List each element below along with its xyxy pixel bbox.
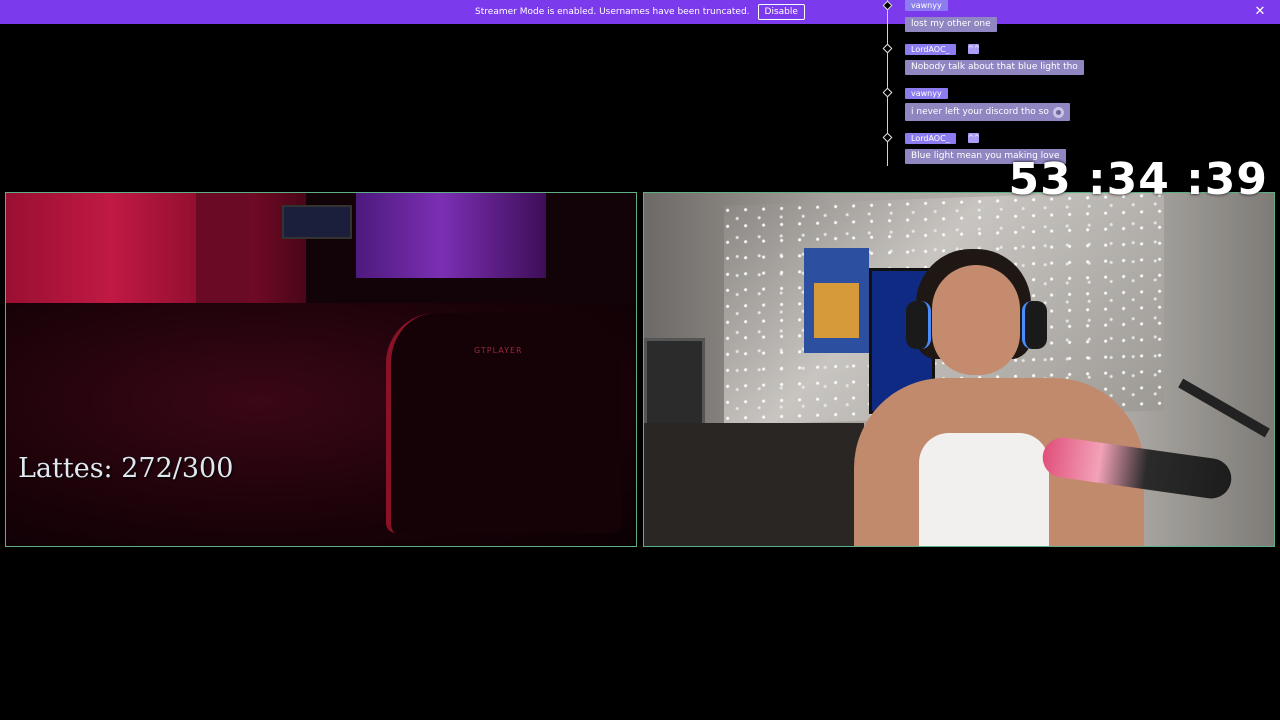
chat-node-icon bbox=[882, 132, 893, 143]
chat-message: Nobody talk about that blue light tho bbox=[905, 60, 1084, 75]
sad-emote-icon bbox=[1052, 106, 1064, 118]
chat-username: vawnyy bbox=[905, 88, 948, 99]
chat-username: vawnyy bbox=[905, 0, 948, 11]
picture-frame bbox=[644, 338, 705, 434]
poster-art bbox=[814, 283, 859, 338]
chat-overlay: vawnyy lost my other one LordAOC_ ^^ Nob… bbox=[880, 0, 1130, 170]
chat-username: LordAOC_ bbox=[905, 44, 956, 55]
close-icon[interactable]: ✕ bbox=[1253, 5, 1267, 19]
headphone-icon bbox=[1022, 301, 1047, 349]
chat-username: LordAOC_ bbox=[905, 133, 956, 144]
lattes-counter: Lattes: 272/300 bbox=[18, 453, 234, 484]
tv-screen bbox=[282, 205, 352, 239]
streamer-face bbox=[932, 265, 1020, 375]
stream-timer: 53 :34 :39 bbox=[1008, 154, 1268, 205]
streamer-top bbox=[919, 433, 1049, 546]
disable-button[interactable]: Disable bbox=[757, 4, 805, 20]
chat-node-icon bbox=[882, 43, 893, 54]
streamer bbox=[854, 243, 1144, 546]
chat-badge-icon: ^^ bbox=[968, 44, 980, 54]
streamer-mode-text: Streamer Mode is enabled. Usernames have… bbox=[475, 7, 750, 17]
chat-message: i never left your discord tho so bbox=[905, 103, 1070, 121]
chat-message-text: i never left your discord tho so bbox=[911, 106, 1049, 117]
right-camera-feed bbox=[643, 192, 1275, 547]
chat-message: lost my other one bbox=[905, 17, 997, 32]
chat-badge-icon: ^^ bbox=[968, 133, 980, 143]
chair-logo-text: GTPLAYER bbox=[474, 346, 523, 355]
desk-shelf bbox=[644, 423, 864, 546]
purple-light bbox=[356, 193, 546, 278]
chat-message-text: Nobody talk about that blue light tho bbox=[911, 62, 1078, 72]
chat-node-icon bbox=[882, 87, 893, 98]
left-camera-feed: GTPLAYER Lattes: 272/300 bbox=[5, 192, 637, 547]
chat-node-icon bbox=[882, 0, 893, 11]
headphone-icon bbox=[906, 301, 931, 349]
chat-message-text: lost my other one bbox=[911, 19, 991, 29]
